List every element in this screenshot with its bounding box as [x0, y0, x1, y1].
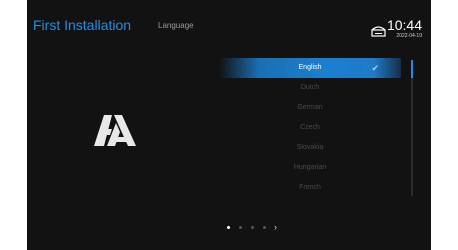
page-subtitle: Language	[158, 21, 194, 30]
language-option-czech[interactable]: Czech	[219, 118, 401, 138]
language-label: Dutch	[300, 84, 320, 91]
page-dot	[263, 226, 266, 229]
network-icon	[371, 26, 386, 37]
language-option-french[interactable]: French	[219, 178, 401, 198]
language-label: German	[297, 104, 323, 111]
chevron-right-icon[interactable]: ›	[274, 223, 277, 232]
scrollbar-thumb[interactable]	[411, 60, 413, 78]
language-label: English	[298, 64, 322, 71]
clock: 10:44 2022-04-19	[387, 18, 422, 40]
language-option-german[interactable]: German	[219, 98, 401, 118]
language-list: English ✔ Dutch German Czech Slovakia Hungaria…	[219, 58, 401, 198]
clock-time: 10:44	[386, 17, 422, 33]
scrollbar[interactable]	[411, 60, 413, 196]
page-dot	[251, 226, 254, 229]
page-dot	[227, 226, 230, 229]
brand-logo	[94, 115, 136, 146]
tv-screen: First Installation Language 10:44 2022-0…	[27, 0, 431, 250]
page-indicator: ›	[227, 223, 277, 232]
page-dot	[239, 226, 242, 229]
language-label: Hungarian	[293, 164, 327, 171]
language-label: Czech	[300, 124, 320, 131]
checkmark-icon: ✔	[371, 63, 379, 73]
language-label: Slovakia	[296, 144, 324, 151]
language-label: French	[299, 184, 321, 191]
language-option-slovakia[interactable]: Slovakia	[219, 138, 401, 158]
language-option-english[interactable]: English ✔	[219, 58, 401, 78]
language-option-hungarian[interactable]: Hungarian	[219, 158, 401, 178]
clock-date: 2022-04-19	[396, 33, 422, 39]
language-option-dutch[interactable]: Dutch	[219, 78, 401, 98]
page-title: First Installation	[33, 17, 132, 33]
